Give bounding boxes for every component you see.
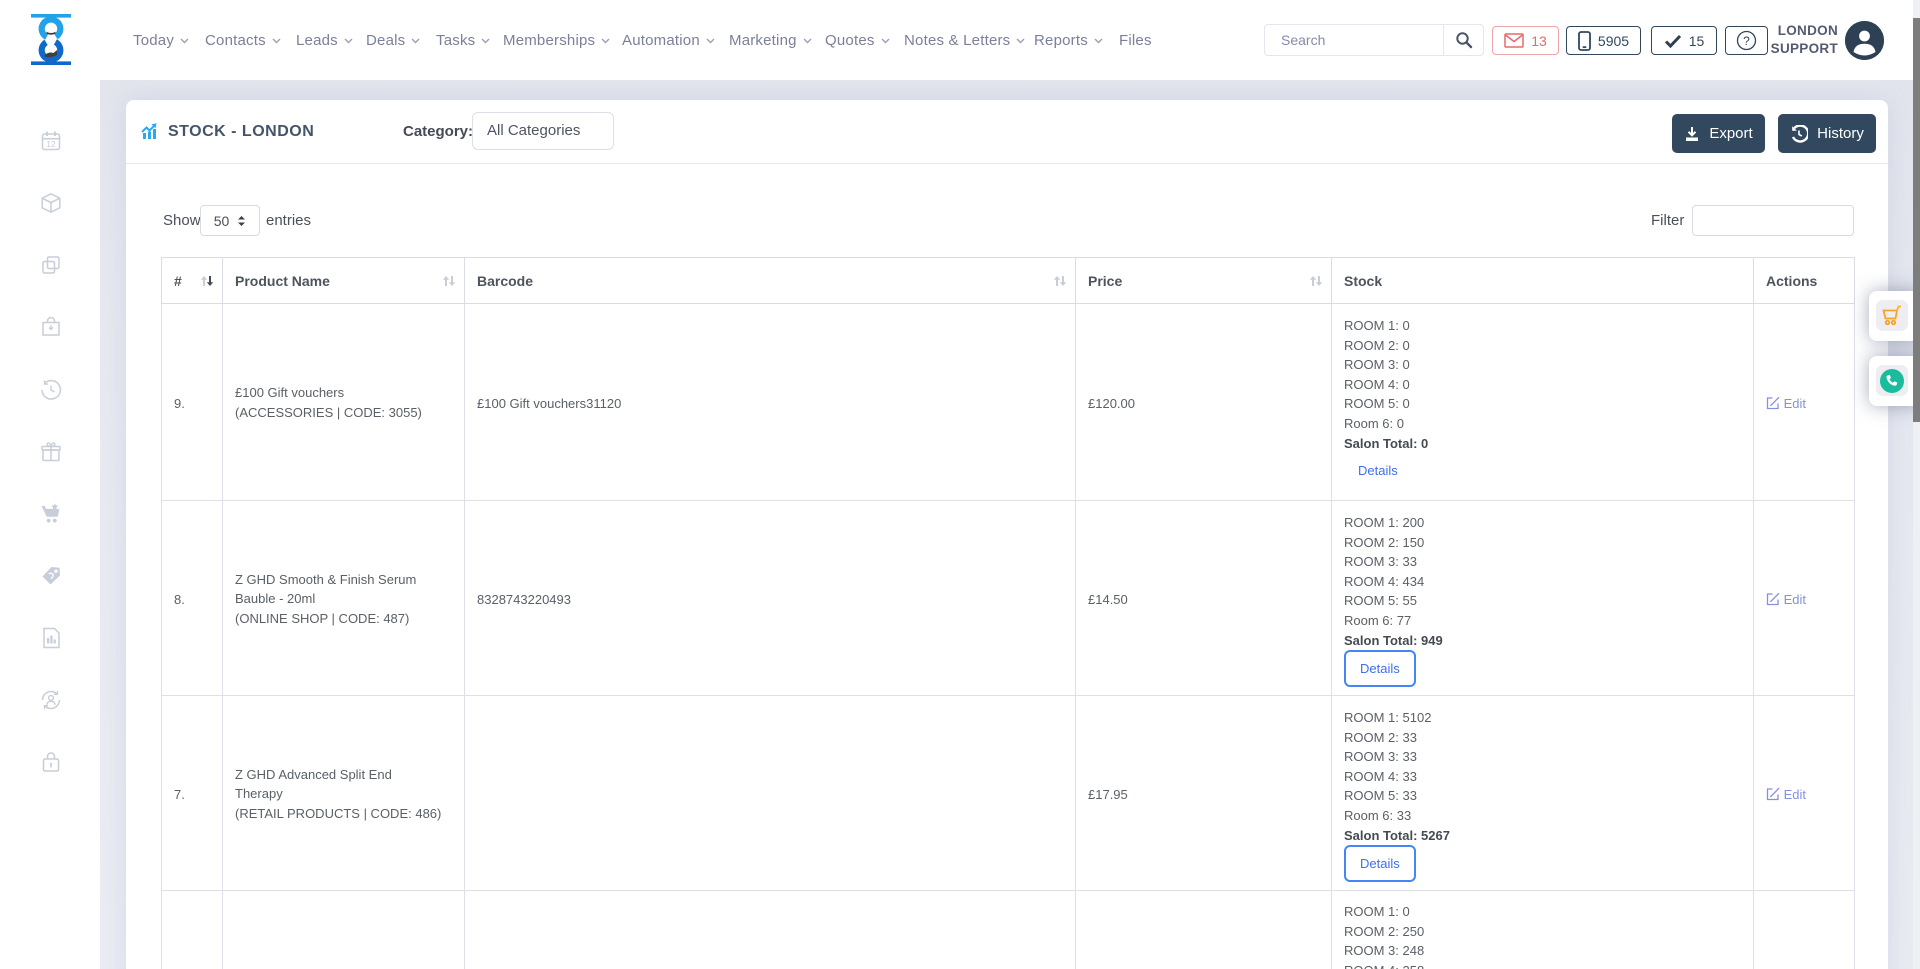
svg-text:?: ?	[1743, 34, 1750, 48]
svg-text:12: 12	[46, 139, 56, 149]
